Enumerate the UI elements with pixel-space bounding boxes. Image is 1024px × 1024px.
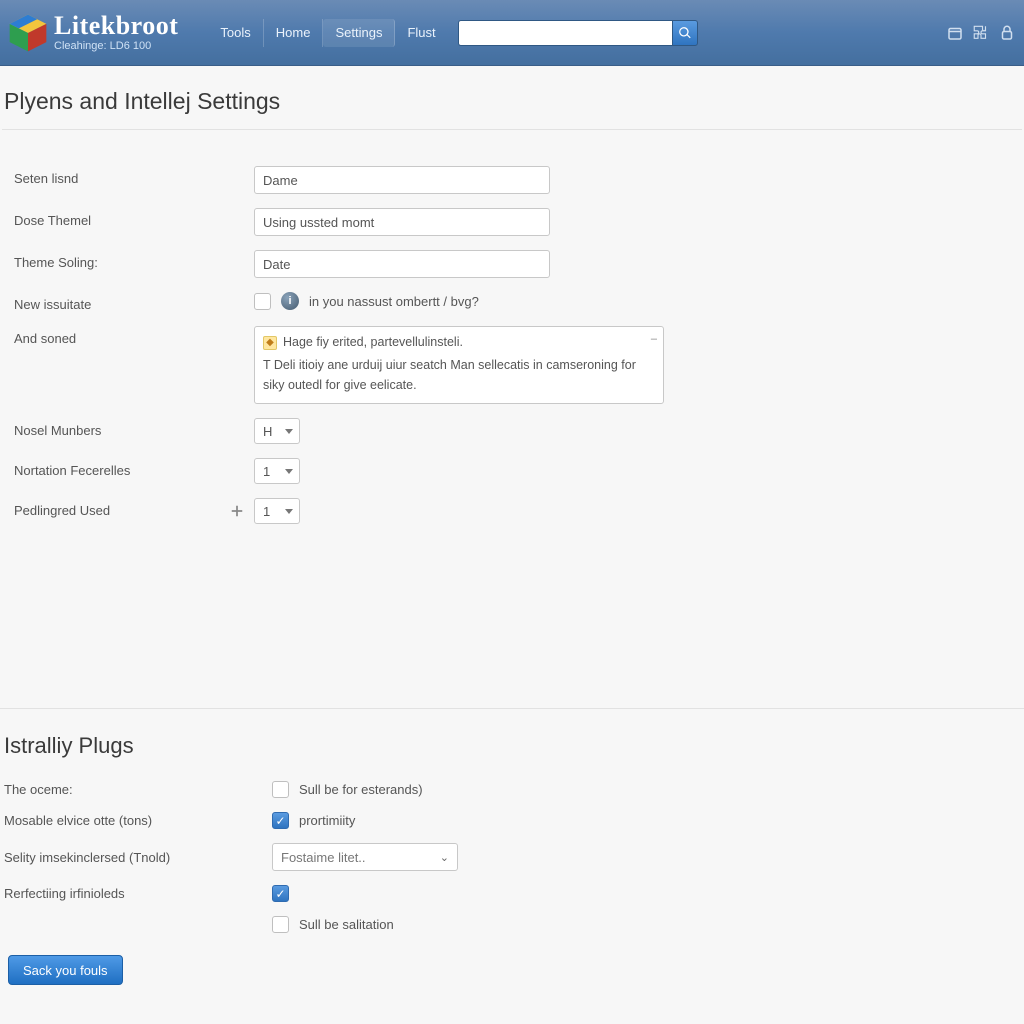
checkbox-newissuitate[interactable]	[254, 293, 271, 310]
save-button[interactable]: Sack you fouls	[8, 955, 123, 985]
collapse-icon[interactable]: –	[651, 331, 657, 348]
note-badge-icon: ◆	[263, 336, 277, 350]
row-newissuitate: New issuitate i in you nassust ombertt /…	[14, 292, 1024, 312]
nav-home[interactable]: Home	[264, 19, 324, 47]
select-pedlingred[interactable]: 1	[254, 498, 300, 524]
settings-panel: Seten lisnd Dose Themel Theme Soling: Ne…	[0, 130, 1024, 548]
row-oceme: The oceme: Sull be for esterands)	[4, 781, 1024, 798]
header-icons	[946, 24, 1016, 42]
plugs-panel: The oceme: Sull be for esterands) Mosabl…	[0, 781, 1024, 999]
label-seten: Seten lisnd	[14, 166, 254, 186]
row-pedlingred: Pedlingred Used 1	[14, 498, 1024, 524]
info-icon: i	[281, 292, 299, 310]
box-icon[interactable]	[946, 24, 964, 42]
nav-tools[interactable]: Tools	[208, 19, 263, 47]
logo-cube-icon	[6, 11, 50, 55]
chk-label-extra: Sull be salitation	[299, 917, 394, 932]
label-dose: Dose Themel	[14, 208, 254, 228]
logo-block: Litekbroot Cleahinge: LD6 100	[6, 0, 178, 65]
checkbox-extra[interactable]	[272, 916, 289, 933]
chevron-down-icon: ⌄	[440, 851, 449, 864]
row-extra: Sull be salitation	[4, 916, 1024, 933]
caret-down-icon	[285, 429, 293, 434]
brand-tagline: Cleahinge: LD6 100	[54, 41, 178, 52]
caret-down-icon	[285, 509, 293, 514]
section-title-plugs: Istralliy Plugs	[0, 709, 1024, 781]
input-dose[interactable]	[254, 208, 550, 236]
label-refect: Rerfectiing irfinioleds	[4, 886, 272, 901]
search-button[interactable]	[672, 20, 698, 46]
select-selity[interactable]: Fostaime litet.. ⌄	[272, 843, 458, 871]
label-pedlingred: Pedlingred Used	[14, 498, 254, 518]
label-theme: Theme Soling:	[14, 250, 254, 270]
row-seten: Seten lisnd	[14, 166, 1024, 194]
row-nosel: Nosel Munbers H	[14, 418, 1024, 444]
row-andsoned: And soned – ◆ Hage fiy erited, partevell…	[14, 326, 1024, 404]
select-nosel[interactable]: H	[254, 418, 300, 444]
nav-flust[interactable]: Flust	[395, 19, 447, 47]
notebox-andsoned: – ◆ Hage fiy erited, partevellulinsteli.…	[254, 326, 664, 404]
row-refect: Rerfectiing irfinioleds	[4, 885, 1024, 902]
note-title: Hage fiy erited, partevellulinsteli.	[283, 333, 463, 352]
checkbox-oceme[interactable]	[272, 781, 289, 798]
lock-icon[interactable]	[998, 24, 1016, 42]
top-bar: Litekbroot Cleahinge: LD6 100 Tools Home…	[0, 0, 1024, 66]
search-input[interactable]	[458, 20, 672, 46]
hint-newissuitate: in you nassust ombertt / bvg?	[309, 294, 479, 309]
brand-name: Litekbroot	[54, 13, 178, 39]
row-theme: Theme Soling:	[14, 250, 1024, 278]
label-andsoned: And soned	[14, 326, 254, 346]
row-notation: Nortation Fecerelles 1	[14, 458, 1024, 484]
caret-down-icon	[285, 469, 293, 474]
chk-label-oceme: Sull be for esterands)	[299, 782, 423, 797]
input-seten[interactable]	[254, 166, 550, 194]
select-notation[interactable]: 1	[254, 458, 300, 484]
label-selity: Selity imsekinclersed (Tnold)	[4, 850, 272, 865]
nav-settings[interactable]: Settings	[323, 19, 395, 47]
input-theme[interactable]	[254, 250, 550, 278]
label-oceme: The oceme:	[4, 782, 272, 797]
puzzle-icon[interactable]	[972, 24, 990, 42]
page: Plyens and Intellej Settings Seten lisnd…	[0, 66, 1024, 999]
row-dose: Dose Themel	[14, 208, 1024, 236]
main-nav: Tools Home Settings Flust	[208, 0, 447, 65]
checkbox-refect[interactable]	[272, 885, 289, 902]
label-mosable: Mosable elvice otte (tons)	[4, 813, 272, 828]
note-body: T Deli itioiy ane urduij uiur seatch Man…	[263, 356, 655, 395]
search-icon	[678, 26, 692, 40]
label-notation: Nortation Fecerelles	[14, 458, 254, 478]
page-title: Plyens and Intellej Settings	[2, 66, 1022, 130]
plus-icon[interactable]	[230, 504, 244, 518]
label-newissuitate: New issuitate	[14, 292, 254, 312]
checkbox-mosable[interactable]	[272, 812, 289, 829]
chk-label-mosable: prortimiity	[299, 813, 355, 828]
row-selity: Selity imsekinclersed (Tnold) Fostaime l…	[4, 843, 1024, 871]
row-mosable: Mosable elvice otte (tons) prortimiity	[4, 812, 1024, 829]
label-nosel: Nosel Munbers	[14, 418, 254, 438]
search	[458, 20, 698, 46]
